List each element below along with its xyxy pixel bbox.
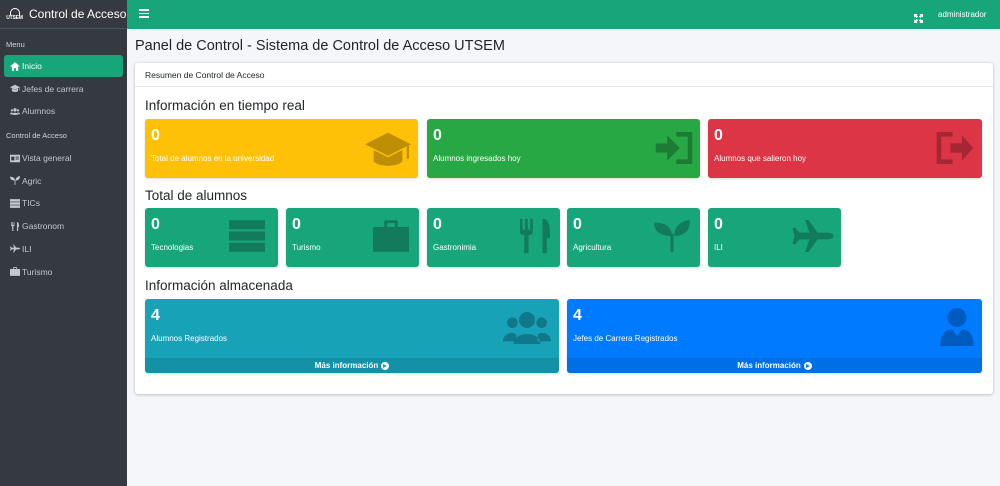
more-info-label: Más información — [314, 361, 379, 370]
info-box-entered-today: 0 Alumnos ingresados hoy — [427, 119, 700, 178]
user-tie-icon — [940, 308, 974, 346]
nav-header-menu: Menu — [6, 39, 25, 49]
info-box-value: 0 — [714, 216, 723, 233]
sidebar-item-turismo[interactable]: Turismo — [4, 261, 123, 283]
plane-icon — [9, 244, 20, 253]
utensils-icon — [520, 218, 550, 254]
sidebar-item-gastronom[interactable]: Gastronom — [4, 215, 123, 237]
sidebar-item-label: Gastronom — [22, 221, 65, 232]
sidebar-item-tics[interactable]: TICs — [4, 192, 123, 214]
brand-title: Control de Acceso — [29, 7, 127, 21]
section-title-stored: Información almacenada — [145, 278, 293, 293]
info-box-value: 0 — [151, 127, 160, 144]
info-box-gastronomia: 0 Gastronimia — [427, 208, 560, 267]
sidebar-item-label: Alumnos — [22, 106, 56, 117]
brand-link[interactable]: UTSEM Control de Acceso — [0, 0, 127, 29]
info-box-total-students: 0 Total de alumnos en la universidad — [145, 119, 418, 178]
more-info-link[interactable]: Más información — [567, 358, 982, 373]
plane-icon — [792, 220, 834, 252]
info-box-value: 0 — [151, 216, 160, 233]
info-box-value: 0 — [433, 216, 442, 233]
graduation-cap-icon — [9, 84, 20, 93]
sidebar-item-label: ILI — [22, 243, 32, 254]
page-title: Panel de Control - Sistema de Control de… — [135, 38, 505, 54]
sidebar-item-alumnos[interactable]: Alumnos — [4, 100, 123, 122]
info-box-label: Alumnos que salieron hoy — [714, 154, 807, 163]
info-box-value: 0 — [433, 127, 442, 144]
sidebar-item-agric[interactable]: Agric — [4, 170, 123, 192]
sign-in-icon — [655, 132, 693, 164]
info-box-value: 0 — [714, 127, 723, 144]
fullscreen-icon[interactable] — [914, 10, 923, 23]
info-box-label: Total de alumnos en la universidad — [151, 154, 275, 163]
menu-toggle-icon[interactable] — [139, 9, 149, 19]
sidebar-item-label: Inicio — [22, 61, 42, 71]
info-box-tecnologias: 0 Tecnologias — [145, 208, 278, 267]
sidebar-item-jefes-de-carrera[interactable]: Jefes de carrera — [4, 78, 123, 100]
info-box-registered-students: 4 Alumnos Registrados Más información — [145, 299, 559, 373]
suitcase-icon — [9, 267, 20, 276]
info-box-label: Alumnos ingresados hoy — [433, 154, 521, 163]
info-box-label: Jefes de Carrera Registrados — [573, 334, 678, 343]
info-box-value: 0 — [573, 216, 582, 233]
info-box-label: Agricultura — [573, 243, 612, 252]
graduation-cap-icon — [365, 132, 411, 168]
sidebar-item-label: Agric — [22, 175, 42, 186]
arrow-circle-right-icon — [381, 361, 390, 370]
suitcase-icon — [373, 220, 409, 252]
info-box-exited-today: 0 Alumnos que salieron hoy — [708, 119, 982, 178]
seedling-icon — [9, 176, 20, 186]
id-card-icon — [9, 154, 20, 163]
info-box-value: 4 — [573, 307, 582, 324]
sidebar-item-vista-general[interactable]: Vista general — [4, 147, 123, 169]
server-icon — [9, 199, 20, 208]
sidebar-item-ili[interactable]: ILI — [4, 238, 123, 260]
home-icon — [9, 61, 20, 71]
sidebar: UTSEM Control de Acceso Menu Inicio Jefe… — [0, 0, 127, 486]
info-box-label: Gastronimia — [433, 243, 477, 252]
info-box-value: 0 — [292, 216, 301, 233]
info-box-label: ILI — [714, 243, 723, 252]
users-icon — [503, 311, 551, 345]
seedling-icon — [654, 219, 690, 253]
sign-out-icon — [936, 132, 974, 164]
info-box-label: Alumnos Registrados — [151, 334, 228, 343]
utsem-logo: UTSEM — [6, 7, 23, 21]
top-navbar: administrador — [127, 0, 1000, 29]
info-box-registered-heads: 4 Jefes de Carrera Registrados Más infor… — [567, 299, 982, 373]
user-menu[interactable]: administrador — [938, 10, 986, 19]
arrow-circle-right-icon — [803, 361, 812, 370]
card-header: Resumen de Control de Acceso — [135, 63, 993, 87]
info-box-agricultura: 0 Agricultura — [567, 208, 700, 267]
more-info-link[interactable]: Más información — [145, 358, 559, 373]
info-box-label: Turismo — [292, 243, 321, 252]
sidebar-item-inicio[interactable]: Inicio — [4, 55, 123, 77]
sidebar-item-label: Vista general — [22, 153, 72, 164]
info-box-label: Tecnologias — [151, 243, 194, 252]
section-title-realtime: Información en tiempo real — [145, 98, 305, 113]
sidebar-item-label: TICs — [22, 198, 40, 209]
users-icon — [9, 107, 20, 116]
nav-header-control-acceso: Control de Acceso — [6, 130, 67, 140]
info-box-value: 4 — [151, 307, 160, 324]
info-box-ili: 0 ILI — [708, 208, 841, 267]
info-box-turismo: 0 Turismo — [286, 208, 419, 267]
server-icon — [229, 220, 265, 252]
sidebar-item-label: Turismo — [22, 266, 53, 277]
utensils-icon — [9, 221, 20, 231]
more-info-label: Más información — [737, 361, 801, 370]
section-title-totals: Total de alumnos — [145, 188, 248, 203]
sidebar-item-label: Jefes de carrera — [22, 83, 84, 94]
